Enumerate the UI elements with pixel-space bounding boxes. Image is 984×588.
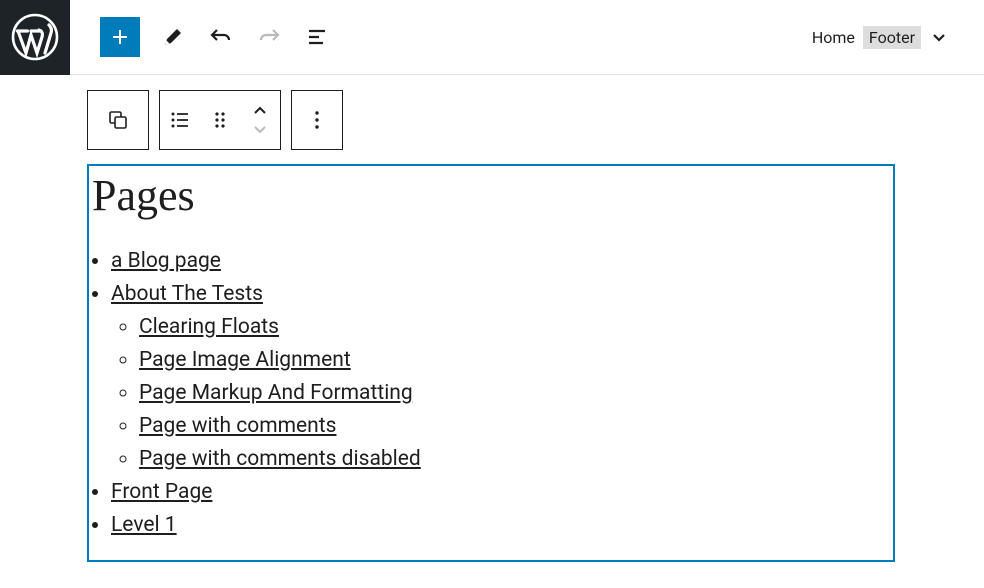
redo-button[interactable] <box>254 22 284 52</box>
pages-block[interactable]: Pages a Blog page About The Tests Cleari… <box>87 164 895 562</box>
undo-icon <box>209 25 233 49</box>
block-more-group <box>291 90 343 150</box>
page-link[interactable]: Level 1 <box>111 513 177 537</box>
page-link[interactable]: Clearing Floats <box>139 315 279 339</box>
page-link[interactable]: Page Markup And Formatting <box>139 381 413 405</box>
breadcrumb-parent[interactable]: Home <box>812 28 855 47</box>
pencil-icon <box>161 25 185 49</box>
editor-workspace: Pages a Blog page About The Tests Cleari… <box>0 75 984 562</box>
list-item: Front Page <box>111 480 883 504</box>
toolbar-left-group <box>100 17 332 57</box>
block-type-button[interactable] <box>88 91 148 149</box>
breadcrumb-dropdown-button[interactable] <box>929 27 949 47</box>
list-item: About The Tests Clearing Floats Page Ima… <box>111 282 883 471</box>
plus-icon <box>108 25 132 49</box>
edit-button[interactable] <box>158 22 188 52</box>
chevron-down-icon <box>929 27 949 47</box>
move-arrows <box>240 91 280 149</box>
move-down-button[interactable] <box>252 120 268 138</box>
chevron-down-icon <box>252 124 268 134</box>
wordpress-icon <box>11 13 59 61</box>
wordpress-logo[interactable] <box>0 0 70 75</box>
dots-vertical-icon <box>305 108 329 132</box>
breadcrumb-current[interactable]: Footer <box>863 26 921 49</box>
list-item: Level 1 <box>111 513 883 537</box>
top-toolbar: Home Footer <box>0 0 984 75</box>
pages-list: a Blog page About The Tests Clearing Flo… <box>111 249 883 537</box>
list-item: a Blog page <box>111 249 883 273</box>
more-options-button[interactable] <box>292 91 342 149</box>
page-link[interactable]: About The Tests <box>111 282 263 306</box>
add-block-button[interactable] <box>100 17 140 57</box>
page-link[interactable]: Page with comments disabled <box>139 447 421 471</box>
list-item: Clearing Floats <box>139 315 883 339</box>
list-item: Page with comments disabled <box>139 447 883 471</box>
chevron-up-icon <box>252 106 268 116</box>
breadcrumb: Home Footer <box>812 26 949 49</box>
list-view-button[interactable] <box>302 22 332 52</box>
redo-icon <box>257 25 281 49</box>
list-item: Page Markup And Formatting <box>139 381 883 405</box>
block-controls-group <box>159 90 281 150</box>
list-bullet-icon <box>168 108 192 132</box>
list-view-icon <box>305 25 329 49</box>
copy-icon <box>106 108 130 132</box>
page-link[interactable]: Page Image Alignment <box>139 348 351 372</box>
page-link[interactable]: Page with comments <box>139 414 336 438</box>
drag-handle-button[interactable] <box>200 91 240 149</box>
list-item: Page with comments <box>139 414 883 438</box>
page-link[interactable]: a Blog page <box>111 249 221 273</box>
list-item: Page Image Alignment <box>139 348 883 372</box>
block-toolbar <box>87 90 984 150</box>
list-style-button[interactable] <box>160 91 200 149</box>
page-link[interactable]: Front Page <box>111 480 212 504</box>
pages-sublist: Clearing Floats Page Image Alignment Pag… <box>139 315 883 471</box>
move-up-button[interactable] <box>252 102 268 120</box>
block-type-group <box>87 90 149 150</box>
drag-handle-icon <box>208 108 232 132</box>
undo-button[interactable] <box>206 22 236 52</box>
pages-heading[interactable]: Pages <box>92 170 883 221</box>
